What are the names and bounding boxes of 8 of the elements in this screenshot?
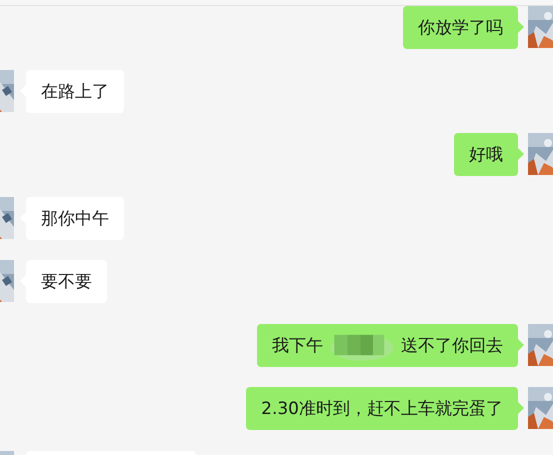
message-text: 在路上了 <box>41 80 109 102</box>
message-text: 2.30准时到，赶不上车就完蛋了 <box>261 398 503 420</box>
message-text: 那你中午 <box>41 208 109 230</box>
message-text: 我下午 <box>272 334 323 356</box>
message-text: 送不了你回去 <box>401 334 503 356</box>
message-text: 好哦 <box>469 144 503 166</box>
message-text: 你放学了吗 <box>418 17 503 39</box>
message-text: 要不要 <box>41 271 92 293</box>
